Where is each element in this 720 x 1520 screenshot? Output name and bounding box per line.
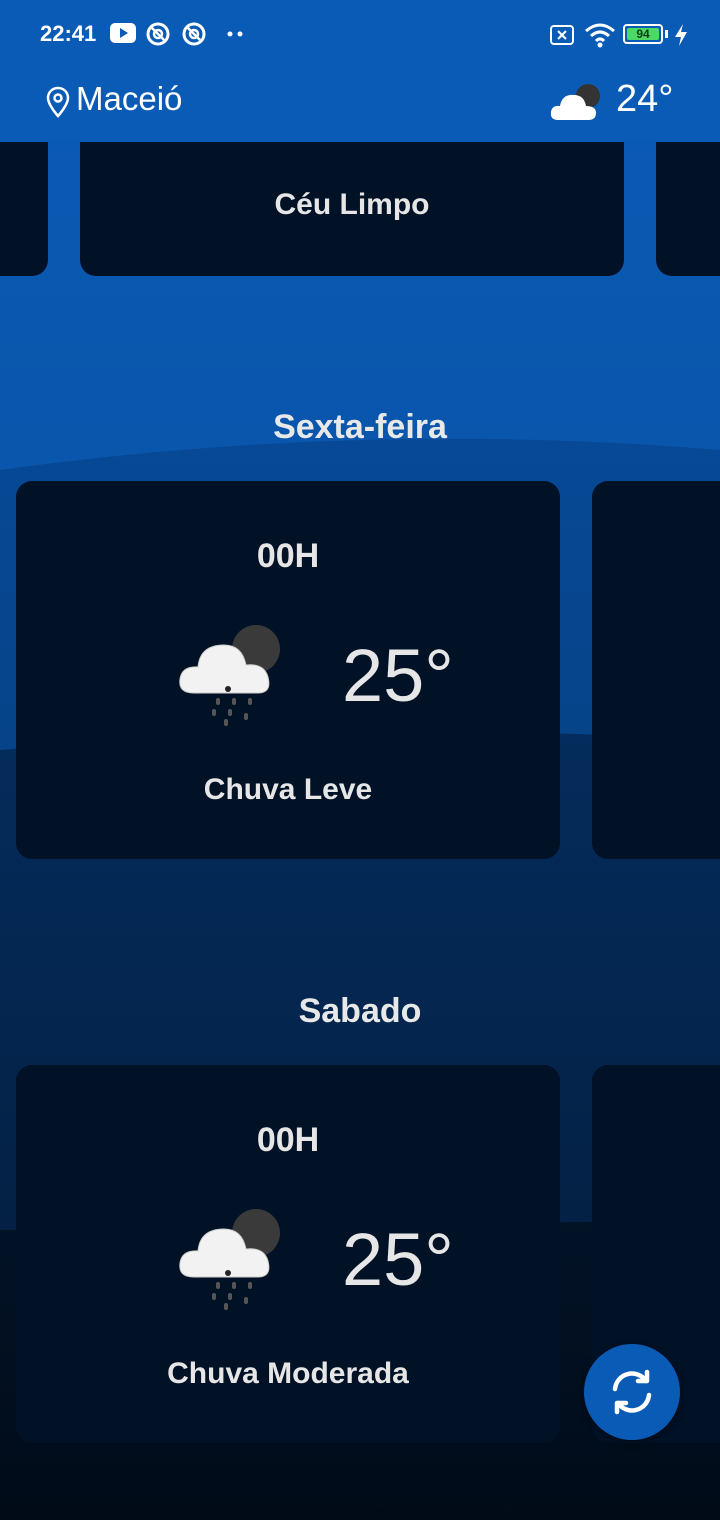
- forecast-description: Chuva Leve: [203, 773, 373, 806]
- at-sign-icon-2: [182, 22, 206, 46]
- location-name[interactable]: Maceió: [76, 80, 182, 118]
- battery-tip: [665, 30, 668, 38]
- rain-cloud-icon: [179, 625, 280, 726]
- refresh-icon: [612, 1369, 652, 1415]
- youtube-icon: [110, 23, 136, 43]
- location-pin-icon: [46, 86, 70, 118]
- no-sim-icon: [550, 25, 574, 45]
- wifi-icon: [585, 23, 615, 48]
- refresh-button[interactable]: [584, 1344, 680, 1440]
- app-bar: Maceió 24°: [0, 70, 720, 142]
- battery-level: 94: [636, 27, 650, 41]
- weather-card[interactable]: Céu Limpo: [80, 120, 624, 276]
- header-temperature: 24°: [616, 78, 674, 120]
- weather-card-partial-left[interactable]: [0, 120, 48, 276]
- forecast-temperature: 25°: [342, 634, 454, 717]
- cloudy-night-icon: [550, 84, 600, 120]
- forecast-card[interactable]: 00H 25° Chuva Moderada: [16, 1065, 560, 1443]
- day-title: Sabado: [298, 992, 422, 1030]
- forecast-card[interactable]: 00H 25° Chuva Leve: [16, 481, 560, 859]
- weather-description: Céu Limpo: [274, 188, 430, 221]
- at-sign-icon: [146, 22, 170, 46]
- day-title: Sexta-feira: [273, 408, 447, 446]
- forecast-description: Chuva Moderada: [167, 1357, 409, 1390]
- status-bar: 22:41 94: [0, 0, 720, 70]
- forecast-hour: 00H: [256, 537, 320, 575]
- charging-icon: [675, 24, 687, 46]
- dots-icon: [227, 31, 243, 37]
- battery-icon: 94: [623, 24, 663, 44]
- forecast-card-partial[interactable]: [592, 481, 720, 859]
- weather-card-partial-right[interactable]: [656, 120, 720, 276]
- forecast-hour: 00H: [256, 1121, 320, 1159]
- rain-cloud-icon: [179, 1209, 280, 1310]
- forecast-temperature: 25°: [342, 1218, 454, 1301]
- status-time: 22:41: [40, 21, 97, 46]
